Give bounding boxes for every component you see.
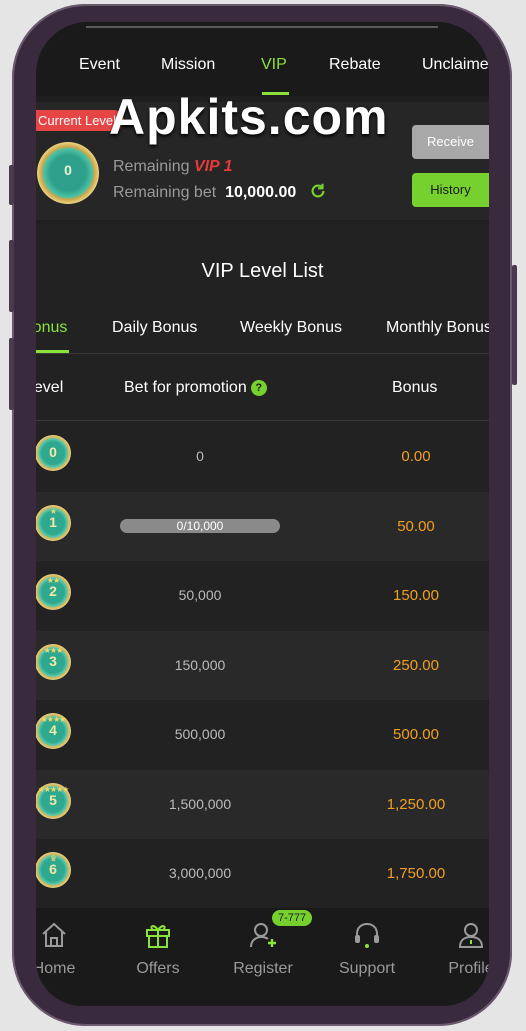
bonus-value: 1,250.00 [386, 795, 446, 813]
bottom-navigation: Home Offers Register Support Profile [36, 908, 489, 1006]
table-row: ♛ 6 3,000,000 1,750.00 [36, 839, 489, 909]
refresh-icon[interactable] [309, 182, 327, 200]
table-row: 0 0 0.00 [36, 422, 489, 492]
divider [36, 420, 489, 421]
vip-medal-icon: ★★ 2 [36, 572, 72, 618]
headset-icon [355, 922, 379, 948]
side-button [9, 165, 14, 205]
side-button [9, 338, 14, 410]
bet-value: 500,000 [174, 726, 226, 742]
nav-offers[interactable]: Offers [113, 908, 203, 988]
column-bet-label: Bet for promotion [124, 379, 247, 396]
promotion-progress-bar: 0/10,000 [120, 518, 280, 533]
vip-medal-icon: ★ 1 [36, 503, 72, 549]
nav-support[interactable]: Support [322, 908, 412, 988]
level-number: 2 [49, 583, 57, 599]
help-icon[interactable]: ? [250, 380, 267, 396]
bonus-value: 150.00 [393, 587, 439, 604]
vip-medal-icon: ★★★★ 4 [36, 711, 72, 757]
bet-value: 150,000 [174, 656, 226, 673]
list-title: VIP Level List [201, 260, 324, 282]
remaining-vip: Remaining VIP 1 [113, 158, 232, 176]
status-line [86, 26, 438, 28]
register-badge: 7-777 [272, 910, 313, 926]
tab-unclaimed[interactable]: Unclaimed [422, 56, 489, 74]
column-bet: Bet for promotion? [124, 379, 267, 397]
nav-label: Support [338, 960, 396, 977]
table-row: ★★★ 3 150,000 250.00 [36, 630, 489, 700]
column-bonus: Bonus [392, 379, 438, 396]
table-row: ★ 1 0/10,000 50.00 [36, 491, 489, 561]
divider [36, 353, 489, 354]
level-number: 1 [49, 513, 57, 530]
tab-mission[interactable]: Mission [161, 56, 215, 74]
tab-rebate[interactable]: Rebate [329, 56, 381, 74]
table-row: ★★★★ 4 500,000 500.00 [36, 700, 489, 770]
level-number: 0 [49, 444, 57, 460]
bet-value: 1,500,000 [168, 795, 232, 812]
remaining-bet: Remaining bet 10,000.00 [113, 184, 296, 202]
watermark: Apkits.com [109, 89, 389, 145]
side-button [512, 265, 517, 385]
tab-daily-bonus[interactable]: Daily Bonus [112, 319, 197, 337]
profile-icon [458, 923, 484, 948]
vip-level-table: 0 0 0.00 ★ 1 0/10,000 50.00 ★★ 2 50,000 15… [36, 422, 489, 909]
vip-medal-icon: ♛ 6 [36, 850, 72, 896]
table-row: ★★ 2 50,000 150.00 [36, 561, 489, 631]
home-icon [42, 922, 66, 947]
tab-event[interactable]: Event [79, 56, 120, 74]
bet-value: 3,000,000 [168, 865, 232, 881]
tab-monthly-bonus[interactable]: Monthly Bonus [386, 319, 489, 337]
level-number: 4 [49, 722, 57, 738]
column-level: Level [36, 379, 64, 396]
remaining-label: Remaining [113, 158, 190, 175]
gift-icon [146, 925, 170, 948]
medal-level: 0 [64, 162, 72, 178]
vip-medal-icon: 0 [37, 142, 99, 204]
nav-profile[interactable]: Profile [426, 908, 489, 988]
bonus-value: 0.00 [401, 448, 431, 465]
level-number: 3 [49, 652, 57, 669]
receive-button[interactable]: Receive [412, 125, 489, 159]
remaining-bet-value: 10,000.00 [225, 184, 297, 201]
vip-medal-icon: ★★★ 3 [36, 642, 72, 688]
nav-label: Register [233, 960, 293, 977]
remaining-bet-label: Remaining bet [113, 184, 217, 201]
nav-label: Home [36, 960, 76, 977]
bonus-value: 50.00 [397, 517, 435, 535]
top-tab-bar: Event Mission VIP Rebate Unclaimed [36, 22, 489, 96]
app-screen: Event Mission VIP Rebate Unclaimed Curre… [36, 22, 489, 1006]
tab-weekly-bonus[interactable]: Weekly Bonus [240, 319, 342, 337]
vip-medal-icon: 0 [36, 433, 72, 479]
nav-label: Profile [448, 960, 489, 977]
bet-value: 50,000 [178, 587, 222, 603]
side-button [9, 240, 14, 312]
nav-label: Offers [136, 960, 180, 977]
table-row: ★★★★★ 5 1,500,000 1,250.00 [36, 769, 489, 839]
level-number: 5 [49, 791, 57, 808]
bet-value: 0 [196, 448, 204, 464]
vip-medal-icon: ★★★★★ 5 [36, 781, 72, 827]
bonus-value: 500.00 [393, 726, 439, 743]
tab-bonus[interactable]: Bonus [36, 319, 67, 337]
tab-vip[interactable]: VIP [261, 56, 287, 74]
level-number: 6 [49, 861, 57, 877]
bonus-value: 1,750.00 [386, 865, 446, 882]
add-user-icon [250, 923, 276, 948]
nav-home[interactable]: Home [36, 908, 99, 988]
bonus-value: 250.00 [393, 656, 439, 674]
history-button[interactable]: History [412, 173, 489, 207]
remaining-vip-value: VIP 1 [193, 158, 233, 175]
